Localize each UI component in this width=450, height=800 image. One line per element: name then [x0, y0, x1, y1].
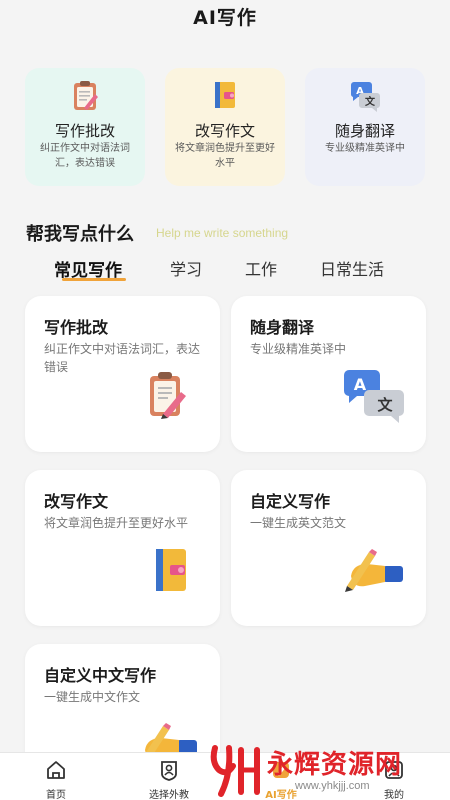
tab-work[interactable]: 工作 — [245, 256, 277, 280]
svg-text:A: A — [354, 375, 367, 394]
clipboard-icon — [150, 372, 186, 419]
home-icon — [47, 761, 65, 779]
svg-text:文: 文 — [377, 396, 393, 414]
card-title: 写作批改 — [44, 318, 109, 337]
notebook-icon — [215, 82, 235, 108]
nav-home[interactable]: 首页 — [21, 759, 91, 800]
notebook-icon — [156, 549, 186, 591]
feature-title: 改写作文 — [194, 122, 255, 140]
feature-desc: 纠正作文中对语法词汇，表达错误 — [40, 143, 130, 169]
teacher-icon — [161, 761, 177, 781]
nav-choose-teacher[interactable]: 选择外教 — [134, 759, 204, 800]
card-translate[interactable]: 随身翻译 专业级精准英译中 A 文 — [231, 296, 426, 452]
translate-icon: A 文 — [344, 370, 404, 423]
svg-text:文: 文 — [365, 95, 376, 108]
active-tab-indicator — [62, 278, 126, 281]
category-tabs: 常见写作 学习 工作 日常生活 — [0, 256, 450, 286]
card-title: 随身翻译 — [250, 318, 315, 337]
pencil-hand-icon — [345, 549, 403, 592]
feature-card-translate[interactable]: A 文 随身翻译 专业级精准英译中 — [305, 68, 425, 186]
card-rewrite[interactable]: 改写作文 将文章润色提升至更好水平 — [25, 470, 220, 626]
watermark-text: 永辉资源网 — [267, 750, 403, 780]
card-desc: 一键生成英文范文 — [250, 516, 347, 530]
nav-label: 选择外教 — [149, 790, 189, 800]
feature-card-rewrite[interactable]: 改写作文 将文章润色提升至更好水平 — [165, 68, 285, 186]
card-desc: 一键生成中文作文 — [44, 690, 141, 704]
section-title: 帮我写点什么 — [26, 224, 134, 245]
watermark-logo — [210, 745, 260, 797]
watermark: 永辉资源网 www.yhkjjj.com — [205, 742, 450, 800]
top-feature-cards: 写作批改 纠正作文中对语法词汇，表达错误 改写作文 将文章润色提升至更好水平 A… — [25, 68, 425, 186]
tab-study[interactable]: 学习 — [170, 256, 202, 280]
feature-desc: 专业级精准英译中 — [325, 143, 405, 154]
page-title: AI写作 — [193, 7, 257, 29]
translate-icon: A 文 — [350, 82, 380, 112]
card-title: 改写作文 — [44, 492, 109, 511]
feature-title: 写作批改 — [54, 122, 115, 140]
tab-daily-life[interactable]: 日常生活 — [320, 256, 384, 280]
feature-title: 随身翻译 — [334, 122, 395, 140]
card-title: 自定义中文写作 — [44, 666, 157, 685]
card-title: 自定义写作 — [250, 492, 331, 511]
card-desc: 将文章润色提升至更好水平 — [44, 516, 189, 530]
card-custom-writing[interactable]: 自定义写作 一键生成英文范文 — [231, 470, 426, 626]
section-subtitle: Help me write something — [156, 226, 289, 240]
nav-label: 首页 — [46, 790, 66, 800]
card-desc: 专业级精准英译中 — [250, 342, 347, 356]
card-writing-correction[interactable]: 写作批改 纠正作文中对语法词汇，表达错误 — [25, 296, 220, 452]
clipboard-icon — [74, 81, 98, 110]
feature-desc: 将文章润色提升至更好水平 — [175, 143, 275, 169]
feature-card-correction[interactable]: 写作批改 纠正作文中对语法词汇，表达错误 — [25, 68, 145, 186]
watermark-url: www.yhkjjj.com — [295, 780, 370, 792]
